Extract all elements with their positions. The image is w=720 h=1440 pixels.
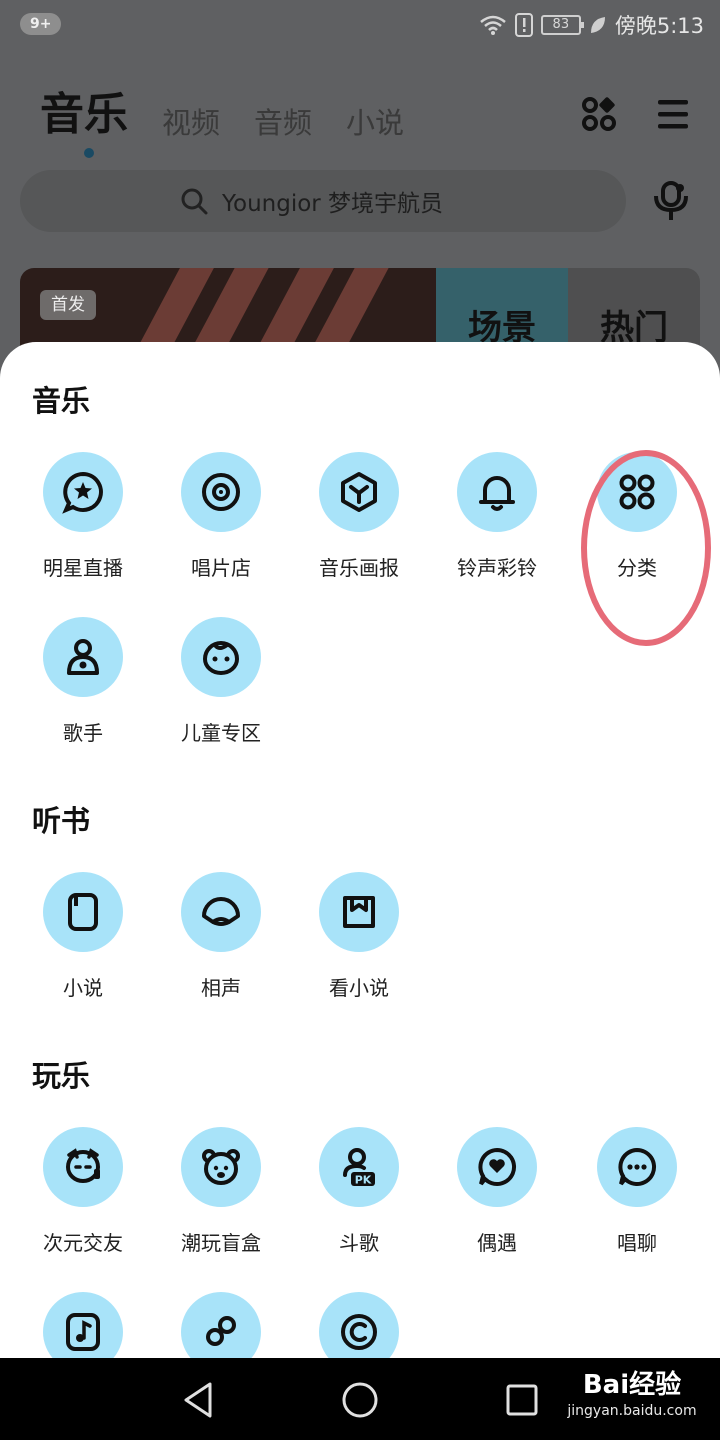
item-label: 音乐画报 — [319, 556, 399, 580]
item-song-battle[interactable]: PK 斗歌 — [290, 1127, 428, 1267]
pk-person-icon: PK — [343, 1148, 375, 1187]
item-coin[interactable] — [290, 1292, 428, 1358]
item-record-store[interactable]: 唱片店 — [152, 452, 290, 592]
star-chat-icon — [62, 471, 103, 514]
music-note-icon — [66, 1313, 100, 1351]
watermark-logo: Bai经验 — [582, 1370, 682, 1400]
book-icon — [68, 893, 98, 931]
premiere-badge: 首发 — [40, 290, 96, 320]
item-label: 潮玩盲盒 — [181, 1231, 261, 1255]
menu-icon[interactable] — [656, 98, 690, 130]
item-label: 次元交友 — [43, 1231, 123, 1255]
search-placeholder: Youngior 梦境宇航员 — [222, 191, 444, 217]
leaf-icon — [590, 17, 605, 33]
link-icon — [206, 1316, 236, 1346]
item-blind-box[interactable]: 潮玩盲盒 — [152, 1127, 290, 1267]
item-sing-chat[interactable]: 唱聊 — [568, 1127, 706, 1267]
svg-text:PK: PK — [355, 1174, 372, 1187]
bear-icon — [202, 1149, 240, 1185]
item-anime-friends[interactable]: 次元交友 — [14, 1127, 152, 1267]
item-kids-zone[interactable]: 儿童专区 — [152, 617, 290, 757]
mic-icon[interactable] — [652, 180, 690, 222]
item-label: 斗歌 — [339, 1231, 379, 1255]
c-coin-icon — [341, 1314, 377, 1350]
search-icon — [181, 188, 208, 215]
item-label: 歌手 — [63, 721, 103, 745]
open-book-icon — [343, 896, 375, 928]
apps-grid-icon[interactable] — [582, 97, 616, 131]
back-icon[interactable] — [180, 1380, 220, 1420]
item-label: 明星直播 — [43, 556, 123, 580]
baby-face-icon — [202, 641, 240, 675]
tab-video[interactable]: 视频 — [162, 100, 220, 142]
recents-icon[interactable] — [502, 1380, 542, 1420]
item-read-novel[interactable]: 看小说 — [290, 872, 428, 1012]
wifi-icon — [480, 15, 506, 35]
alert-icon — [514, 13, 533, 37]
status-bar: 9+ 83 傍晚5:13 — [0, 0, 720, 50]
item-label: 唱聊 — [617, 1231, 657, 1255]
tab-music[interactable]: 音乐 — [40, 78, 128, 158]
section-title-fun: 玩乐 — [32, 1059, 91, 1093]
anime-face-icon — [65, 1148, 101, 1183]
item-label: 看小说 — [329, 976, 389, 1000]
item-encounter[interactable]: 偶遇 — [428, 1127, 566, 1267]
tab-novel[interactable]: 小说 — [346, 100, 404, 142]
home-icon[interactable] — [340, 1380, 380, 1420]
status-icons: 83 傍晚5:13 — [479, 10, 704, 40]
item-label: 儿童专区 — [181, 721, 261, 745]
item-label: 相声 — [201, 976, 241, 1000]
vinyl-record-icon — [202, 473, 240, 511]
section-title-music: 音乐 — [32, 384, 91, 418]
item-label: 铃声彩铃 — [457, 556, 537, 580]
tab-audio[interactable]: 音频 — [254, 100, 312, 142]
status-time: 傍晚5:13 — [614, 14, 704, 38]
item-music-poster[interactable]: 音乐画报 — [290, 452, 428, 592]
chat-bubble-icon — [618, 1147, 657, 1186]
fan-icon — [202, 897, 240, 926]
top-tabs: 音乐 视频 音频 小说 — [40, 78, 404, 158]
bell-icon — [479, 476, 515, 511]
item-label: 唱片店 — [191, 556, 251, 580]
search-bar[interactable]: Youngior 梦境宇航员 — [20, 170, 626, 232]
battery-icon: 83 — [540, 15, 584, 35]
item-link[interactable] — [152, 1292, 290, 1358]
watermark-url: jingyan.baidu.com — [567, 1403, 697, 1419]
hexagon-icon — [341, 472, 377, 512]
notification-badge: 9+ — [20, 13, 62, 35]
item-music-note[interactable] — [14, 1292, 152, 1358]
item-novel[interactable]: 小说 — [14, 872, 152, 1012]
item-crosstalk[interactable]: 相声 — [152, 872, 290, 1012]
item-ringtones[interactable]: 铃声彩铃 — [428, 452, 566, 592]
item-label: 偶遇 — [477, 1231, 517, 1255]
navigation-bar: Bai经验 jingyan.baidu.com — [0, 1358, 720, 1440]
baidu-watermark: Bai经验 jingyan.baidu.com — [552, 1368, 712, 1420]
category-sheet: 音乐 明星直播 唱片店 音乐画报 铃声彩铃 分类 歌手 儿童专区 听书 小说 相… — [0, 342, 720, 1358]
item-star-live[interactable]: 明星直播 — [14, 452, 152, 592]
item-singer[interactable]: 歌手 — [14, 617, 152, 757]
highlight-ring — [581, 450, 711, 646]
singer-icon — [67, 639, 99, 675]
section-title-audiobooks: 听书 — [32, 804, 91, 838]
heart-chat-icon — [478, 1147, 517, 1186]
item-label: 小说 — [63, 976, 103, 1000]
